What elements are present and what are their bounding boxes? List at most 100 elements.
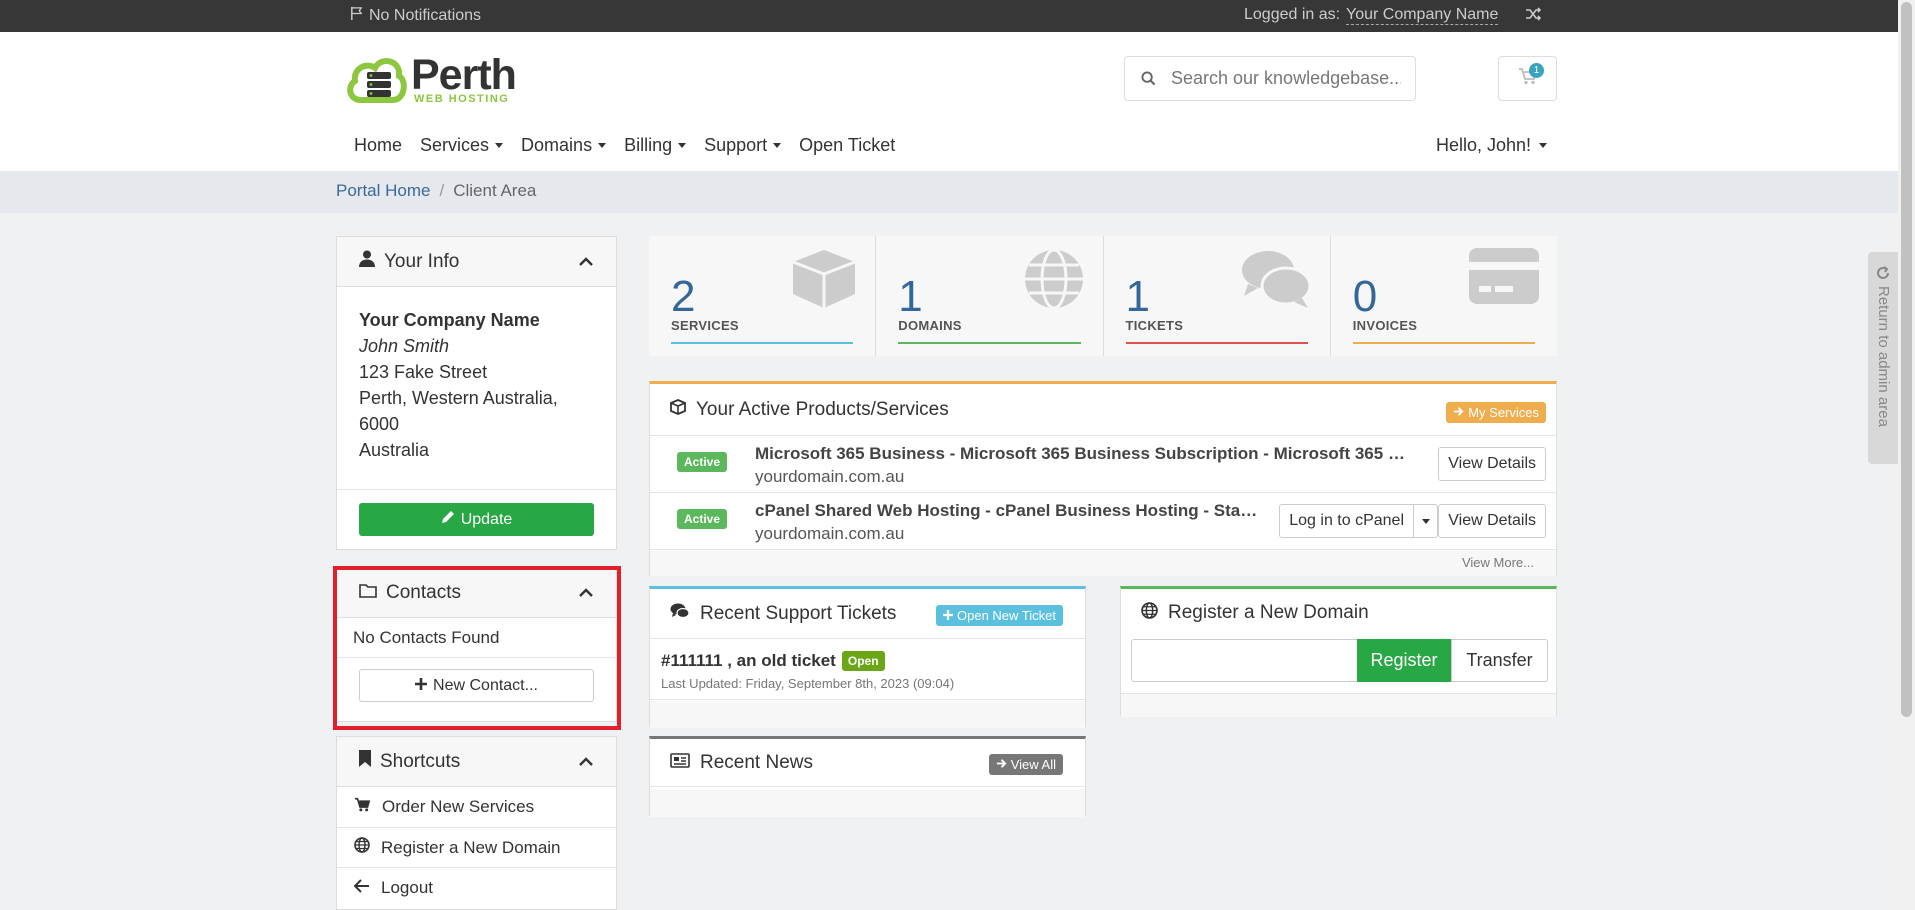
ticket-status-badge: Open [841, 651, 885, 671]
caret-down-icon [1539, 143, 1548, 148]
header: Perth WEB HOSTING 1 Home Services Domain… [0, 32, 1898, 171]
company-name-link[interactable]: Your Company Name [1346, 6, 1499, 25]
status-badge: Active [677, 452, 728, 472]
tickets-accent-bar [1125, 342, 1308, 344]
ticket-item[interactable]: #111111 , an old ticket Open Last Update… [650, 642, 1085, 700]
view-more-link[interactable]: View More... [1462, 555, 1534, 570]
caret-down-icon [773, 143, 782, 148]
switch-account-icon[interactable] [1524, 5, 1542, 28]
your-info-header[interactable]: Your Info [337, 237, 616, 287]
top-bar: No Notifications Logged in as: Your Comp… [0, 0, 1898, 32]
search-icon [1125, 71, 1171, 86]
chevron-up-icon[interactable] [578, 251, 594, 273]
account-menu-label: Hello, John! [1436, 135, 1532, 155]
view-all-news-button[interactable]: View All [988, 754, 1063, 775]
recent-news-title: Recent News [700, 751, 813, 773]
nav-services-label: Services [420, 135, 490, 155]
products-footer: View More... [650, 551, 1556, 576]
nav-services[interactable]: Services [411, 135, 512, 156]
tile-services[interactable]: 2 SERVICES [649, 236, 877, 356]
account-menu[interactable]: Hello, John! [1436, 135, 1548, 156]
login-cpanel-button[interactable]: Log in to cPanel [1279, 504, 1414, 538]
nav-support-label: Support [704, 135, 768, 155]
shortcut-register-domain[interactable]: Register a New Domain [337, 827, 616, 867]
invoices-count: 0 [1352, 272, 1378, 321]
domain-search-input[interactable] [1131, 639, 1357, 682]
page-scrollbar[interactable] [1898, 0, 1915, 910]
knowledgebase-search [1124, 56, 1416, 101]
product-row: Active Microsoft 365 Business - Microsof… [650, 436, 1556, 493]
services-accent-bar [671, 342, 854, 344]
breadcrumb-portal-home[interactable]: Portal Home [336, 181, 430, 201]
register-button[interactable]: Register [1357, 639, 1451, 682]
your-info-footer: Update [337, 489, 616, 550]
notifications-link[interactable]: No Notifications [349, 6, 481, 26]
shortcut-logout[interactable]: Logout [337, 867, 616, 907]
arrow-right-icon [1453, 405, 1464, 420]
info-postcode: 6000 [359, 414, 400, 434]
active-products-title: Your Active Products/Services [696, 398, 949, 420]
pencil-icon [441, 510, 455, 529]
services-count: 2 [671, 272, 696, 321]
product-title[interactable]: Microsoft 365 Business - Microsoft 365 B… [755, 444, 1405, 464]
cpanel-dropdown-toggle[interactable] [1413, 504, 1438, 538]
status-badge: Active [677, 509, 728, 529]
domains-accent-bar [898, 342, 1081, 344]
scrollbar-thumb[interactable] [1901, 2, 1912, 717]
nav-open-ticket[interactable]: Open Ticket [790, 135, 904, 156]
logo-text: Perth [411, 51, 517, 99]
tile-tickets[interactable]: 1 TICKETS [1103, 236, 1331, 356]
shortcut-order-label: Order New Services [382, 797, 535, 816]
nav-home[interactable]: Home [345, 135, 411, 156]
my-services-button[interactable]: My Services [1446, 402, 1546, 423]
register-domain-header: Register a New Domain [1121, 589, 1556, 637]
tickets-count: 1 [1125, 272, 1150, 321]
your-info-title: Your Info [384, 250, 460, 272]
chevron-up-icon[interactable] [578, 751, 594, 773]
domains-count: 1 [898, 272, 923, 321]
shortcuts-header[interactable]: Shortcuts [337, 737, 616, 787]
site-logo[interactable]: Perth WEB HOSTING [345, 51, 517, 108]
cart-button[interactable]: 1 [1498, 56, 1557, 101]
recent-tickets-title: Recent Support Tickets [700, 602, 897, 624]
nav-domains[interactable]: Domains [512, 135, 615, 156]
open-new-ticket-label: Open New Ticket [957, 608, 1056, 623]
shortcut-order-services[interactable]: Order New Services [337, 787, 616, 827]
info-street: 123 Fake Street [359, 362, 488, 382]
active-products-panel: Your Active Products/Services My Service… [649, 381, 1557, 576]
product-title[interactable]: cPanel Shared Web Hosting - cPanel Busin… [755, 501, 1265, 521]
register-domain-title: Register a New Domain [1168, 602, 1369, 623]
view-details-button[interactable]: View Details [1438, 504, 1546, 538]
ticket-title: #111111 , an old ticket [661, 651, 836, 670]
arrow-right-icon [996, 757, 1007, 772]
register-domain-panel: Register a New Domain Register Transfer [1120, 586, 1557, 717]
shortcut-register-label: Register a New Domain [381, 837, 561, 857]
newspaper-icon [670, 752, 690, 774]
tile-invoices[interactable]: 0 INVOICES [1330, 236, 1557, 356]
return-to-admin-label: Return to admin area [1875, 286, 1892, 427]
main-nav: Home Services Domains Billing Support Op… [345, 135, 904, 156]
caret-down-icon [678, 143, 687, 148]
product-row: Active cPanel Shared Web Hosting - cPane… [650, 493, 1556, 550]
ticket-updated: Last Updated: Friday, September 8th, 202… [661, 676, 955, 691]
nav-billing[interactable]: Billing [615, 135, 695, 156]
bookmark-icon [359, 750, 371, 773]
credit-card-icon [1469, 248, 1539, 309]
tile-domains[interactable]: 1 DOMAINS [876, 236, 1104, 356]
update-button[interactable]: Update [359, 503, 594, 536]
view-details-button[interactable]: View Details [1438, 447, 1546, 481]
active-products-header: Your Active Products/Services [650, 384, 1556, 436]
nav-support[interactable]: Support [695, 135, 790, 156]
breadcrumb: Portal Home / Client Area [0, 171, 1898, 213]
transfer-button[interactable]: Transfer [1451, 639, 1548, 682]
search-input[interactable] [1171, 68, 1401, 89]
open-new-ticket-button[interactable]: Open New Ticket [936, 605, 1063, 626]
globe-icon [1023, 248, 1085, 315]
caret-down-icon [1421, 518, 1430, 524]
return-to-admin-tab[interactable]: Return to admin area [1868, 252, 1898, 464]
nav-domains-label: Domains [521, 135, 593, 155]
logo-subtext: WEB HOSTING [414, 93, 510, 105]
user-icon [359, 250, 375, 273]
contacts-highlight-box [333, 566, 621, 730]
arrow-left-icon [353, 878, 370, 898]
